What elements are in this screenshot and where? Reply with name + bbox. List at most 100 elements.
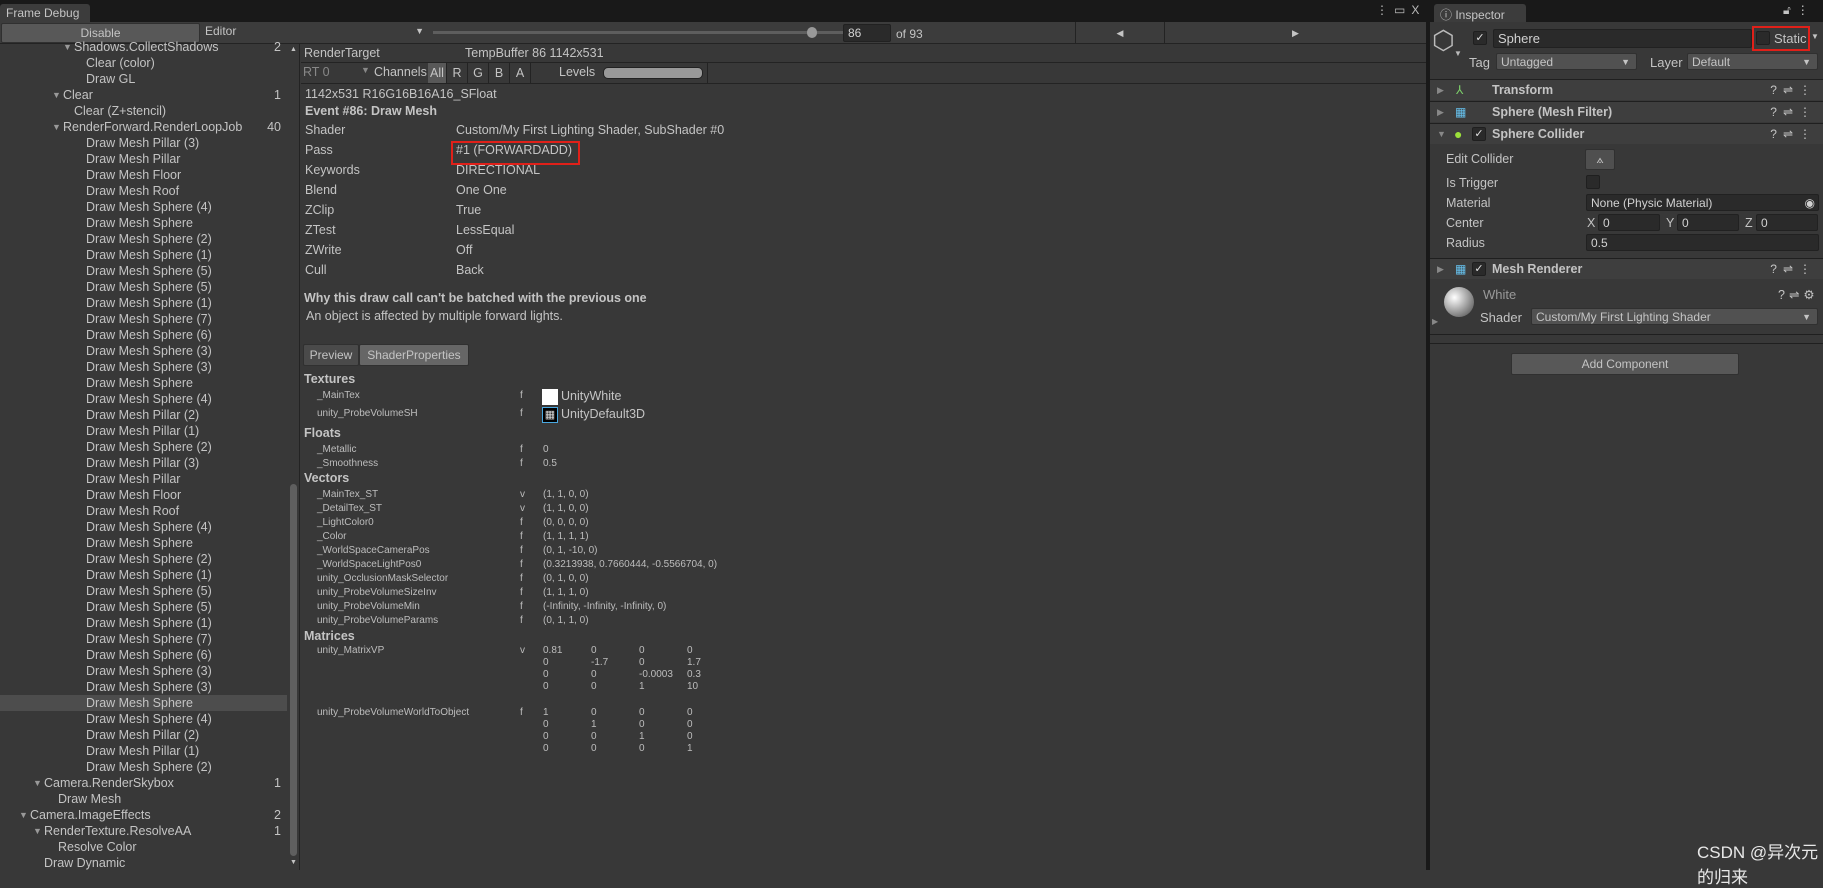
tree-item[interactable]: Draw Mesh Sphere (3) (0, 359, 287, 375)
expand-icon[interactable]: ▶ (1432, 317, 1438, 326)
tree-item[interactable]: ▼ Clear 1 (0, 87, 287, 103)
radius-field[interactable]: 0.5 (1586, 234, 1819, 251)
channel-g[interactable]: G (468, 63, 489, 83)
tree-item[interactable]: Draw Mesh Sphere (4) (0, 519, 287, 535)
tree-item[interactable]: Draw Mesh Sphere (1) (0, 247, 287, 263)
tree-item[interactable]: Draw Mesh Floor (0, 167, 287, 183)
enabled-checkbox[interactable]: ✓ (1472, 127, 1486, 141)
tree-item[interactable]: ▼ RenderTexture.ResolveAA 1 (0, 823, 287, 839)
expand-icon[interactable]: ▶ (1437, 80, 1444, 100)
tree-item[interactable]: Draw Mesh Sphere (0, 695, 287, 711)
tree-item[interactable]: Resolve Color (0, 839, 287, 855)
tree-item[interactable]: Draw Mesh Sphere (4) (0, 199, 287, 215)
tree-item[interactable]: Clear (color) (0, 55, 287, 71)
tree-item[interactable]: Draw Mesh Sphere (2) (0, 759, 287, 775)
tree-item[interactable]: Draw Mesh Sphere (5) (0, 583, 287, 599)
tree-item[interactable]: Draw Mesh Pillar (2) (0, 407, 287, 423)
tree-item[interactable]: ▼ Camera.ImageEffects 2 (0, 807, 287, 823)
tree-item[interactable]: Draw Mesh Sphere (5) (0, 263, 287, 279)
tree-item[interactable]: Draw Mesh Sphere (1) (0, 615, 287, 631)
expand-triangle-icon[interactable]: ▼ (33, 823, 42, 839)
scrollbar-thumb[interactable] (290, 484, 297, 856)
tree-item[interactable]: Draw Mesh Pillar (3) (0, 135, 287, 151)
tree-item[interactable]: Draw Mesh Sphere (0, 375, 287, 391)
edit-collider-button[interactable]: ⟑ (1585, 149, 1615, 170)
tree-item[interactable]: Draw Mesh Sphere (7) (0, 311, 287, 327)
center-y-field[interactable]: 0 (1677, 214, 1739, 231)
expand-triangle-icon[interactable]: ▼ (19, 807, 28, 823)
tree-item[interactable]: Draw Mesh Pillar (1) (0, 743, 287, 759)
scroll-up-icon[interactable]: ▲ (290, 46, 297, 53)
tree-item[interactable]: ▼ Shadows.CollectShadows 2 (0, 39, 287, 55)
tree-item[interactable]: Draw Mesh Sphere (3) (0, 343, 287, 359)
channel-a[interactable]: A (510, 63, 531, 83)
center-x-field[interactable]: 0 (1598, 214, 1660, 231)
tree-item[interactable]: Draw Mesh Sphere (1) (0, 295, 287, 311)
component-mesh-renderer[interactable]: ▶ ▦ ✓ Mesh Renderer ?⇌⋮ (1430, 258, 1823, 279)
expand-triangle-icon[interactable]: ▼ (52, 87, 61, 103)
levels-slider[interactable] (603, 67, 703, 79)
event-index-field[interactable]: 86 (843, 24, 891, 42)
tree-item[interactable]: Draw Mesh Roof (0, 503, 287, 519)
tree-item[interactable]: Draw Mesh Sphere (3) (0, 679, 287, 695)
expand-icon[interactable]: ▶ (1437, 259, 1444, 279)
add-component-button[interactable]: Add Component (1511, 353, 1739, 375)
next-event-button[interactable]: ▶ (1164, 22, 1426, 44)
channel-b[interactable]: B (489, 63, 510, 83)
material-field[interactable]: None (Physic Material) ◉ (1586, 194, 1819, 211)
collapse-icon[interactable]: ▼ (1437, 124, 1446, 144)
is-trigger-checkbox[interactable] (1586, 175, 1600, 189)
center-z-field[interactable]: 0 (1756, 214, 1818, 231)
event-slider-track[interactable] (433, 31, 843, 34)
tree-item[interactable]: Draw Mesh Pillar (1) (0, 423, 287, 439)
expand-icon[interactable]: ▶ (1437, 102, 1444, 122)
inspector-window-controls[interactable]: 🔓︎⋮ (1783, 3, 1815, 18)
tree-item[interactable]: Draw Mesh Pillar (0, 151, 287, 167)
expand-triangle-icon[interactable]: ▼ (52, 119, 61, 135)
lock-icon[interactable]: 🔓︎ (1783, 3, 1797, 17)
tree-scrollbar[interactable]: ▲ ▼ (288, 44, 300, 870)
component-mesh-filter[interactable]: ▶ ▦ Sphere (Mesh Filter) ?⇌⋮ (1430, 101, 1823, 122)
tab-inspector[interactable]: ⓘ Inspector (1434, 4, 1526, 22)
tree-item[interactable]: Draw Mesh Sphere (1) (0, 567, 287, 583)
tree-item[interactable]: Draw Mesh Sphere (2) (0, 439, 287, 455)
tree-item[interactable]: Draw Mesh Sphere (2) (0, 551, 287, 567)
component-sphere-collider[interactable]: ▼ ● ✓ Sphere Collider ?⇌⋮ (1430, 123, 1823, 144)
tab-preview[interactable]: Preview (303, 344, 359, 366)
enabled-checkbox[interactable]: ✓ (1472, 262, 1486, 276)
tree-item[interactable]: Draw Mesh Sphere (6) (0, 647, 287, 663)
rt-dropdown[interactable]: RT 0 ▼ (303, 65, 373, 79)
component-transform[interactable]: ▶ ⅄ Transform ?⇌⋮ (1430, 79, 1823, 100)
tab-frame-debug[interactable]: Frame Debug (0, 4, 90, 22)
component-actions[interactable]: ?⇌⋮ (1770, 102, 1817, 122)
tree-item[interactable]: Draw Mesh Sphere (6) (0, 327, 287, 343)
component-actions[interactable]: ?⇌⋮ (1770, 259, 1817, 279)
component-actions[interactable]: ?⇌⋮ (1770, 80, 1817, 100)
tree-item[interactable]: Draw Mesh Sphere (2) (0, 231, 287, 247)
tree-item[interactable]: Draw Mesh Sphere (4) (0, 711, 287, 727)
tree-item[interactable]: ▼ RenderForward.RenderLoopJob 40 (0, 119, 287, 135)
object-picker-icon[interactable]: ◉ (1805, 195, 1815, 211)
tree-item[interactable]: Draw Mesh Sphere (4) (0, 391, 287, 407)
tree-item[interactable]: Draw Mesh Pillar (3) (0, 455, 287, 471)
expand-triangle-icon[interactable]: ▼ (33, 775, 42, 791)
tree-item[interactable]: Draw Mesh Sphere (0, 535, 287, 551)
prev-event-button[interactable]: ◀ (1075, 22, 1164, 44)
channel-all[interactable]: All (428, 63, 447, 83)
component-actions[interactable]: ?⇌⋮ (1770, 124, 1817, 144)
tree-item[interactable]: Draw Mesh Sphere (0, 215, 287, 231)
tree-item[interactable]: Draw Mesh Sphere (5) (0, 279, 287, 295)
tree-item[interactable]: Draw Mesh Roof (0, 183, 287, 199)
gameobject-cube-icon[interactable]: ⬡ ▼ (1432, 26, 1464, 58)
layer-dropdown[interactable]: Default ▼ (1687, 53, 1818, 70)
active-checkbox[interactable]: ✓ (1473, 31, 1487, 45)
scroll-down-icon[interactable]: ▼ (290, 859, 297, 866)
tree-item[interactable]: Draw Mesh Sphere (7) (0, 631, 287, 647)
channel-r[interactable]: R (447, 63, 468, 83)
tab-shader-properties[interactable]: ShaderProperties (359, 344, 469, 366)
tree-item[interactable]: Draw Mesh Floor (0, 487, 287, 503)
object-name-field[interactable]: Sphere (1493, 29, 1752, 48)
tree-item[interactable]: Draw Mesh Pillar (0, 471, 287, 487)
tree-item[interactable]: Draw Mesh (0, 791, 287, 807)
tree-item[interactable]: Draw GL (0, 71, 287, 87)
